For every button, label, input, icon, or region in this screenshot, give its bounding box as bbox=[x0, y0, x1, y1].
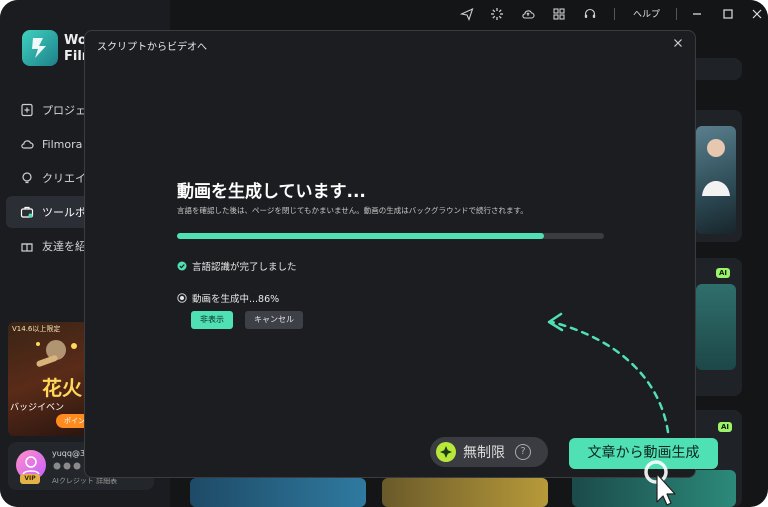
mouse-cursor-icon bbox=[644, 460, 676, 506]
dashed-arrow-annotation bbox=[547, 312, 670, 434]
app-window: Wo Film プロジェク Filmora C クリエイタ ツールボッ 友達を紹… bbox=[0, 0, 768, 507]
